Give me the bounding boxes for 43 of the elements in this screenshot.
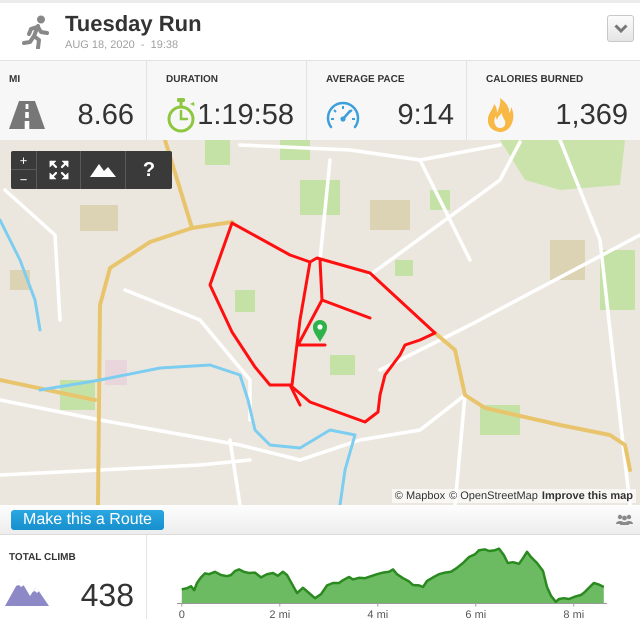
park-area: [395, 260, 413, 276]
attribution-link[interactable]: © OpenStreetMap: [449, 490, 538, 502]
help-button[interactable]: ?: [126, 151, 172, 189]
axis-tick-label: 8 mi: [562, 609, 586, 621]
activity-date: AUG 18, 2020 - 19:38: [65, 39, 178, 51]
field-area: [80, 205, 118, 231]
expand-icon: [48, 160, 68, 180]
people-group-icon[interactable]: [616, 514, 633, 525]
axis-tick-label: 6 mi: [464, 609, 488, 621]
park-area: [235, 290, 255, 312]
flame-icon: [486, 98, 514, 132]
activity-title: Tuesday Run: [65, 12, 202, 36]
field-area: [550, 240, 585, 280]
axis-tick-label: 0: [178, 609, 186, 621]
location-pin-icon: [313, 320, 327, 342]
stat-label: CALORIES BURNED: [486, 74, 584, 85]
stat-label: MI: [9, 74, 20, 85]
stat-label: DURATION: [166, 74, 218, 85]
zoom-in-button[interactable]: +: [11, 151, 36, 170]
park-area: [330, 355, 355, 375]
axis-tick-label: 2 mi: [268, 609, 292, 621]
stat-value: 8.66: [78, 98, 134, 132]
runner-icon: [22, 14, 50, 48]
stopwatch-icon: [166, 98, 196, 132]
stat-value: 1:19:58: [197, 98, 294, 132]
axis-tick-label: 4 mi: [366, 609, 390, 621]
stat-value: 1,369: [555, 98, 628, 132]
stat-value: 9:14: [398, 98, 454, 132]
dropdown-button[interactable]: [607, 15, 634, 42]
field-area: [370, 200, 410, 230]
stat-label: AVERAGE PACE: [326, 74, 405, 85]
park-area: [300, 180, 340, 215]
stat-value: 438: [80, 577, 134, 613]
zoom-out-button[interactable]: −: [11, 170, 36, 189]
mountain-icon: [90, 163, 116, 177]
stat-label: TOTAL CLIMB: [9, 552, 76, 563]
park-area: [205, 140, 230, 165]
speedometer-icon: [326, 100, 360, 130]
road-icon: [9, 101, 45, 129]
mountains-icon: [5, 578, 49, 606]
attribution-link[interactable]: Improve this map: [542, 490, 633, 502]
chevron-down-icon: [614, 24, 628, 33]
attribution-link[interactable]: © Mapbox: [394, 490, 446, 502]
